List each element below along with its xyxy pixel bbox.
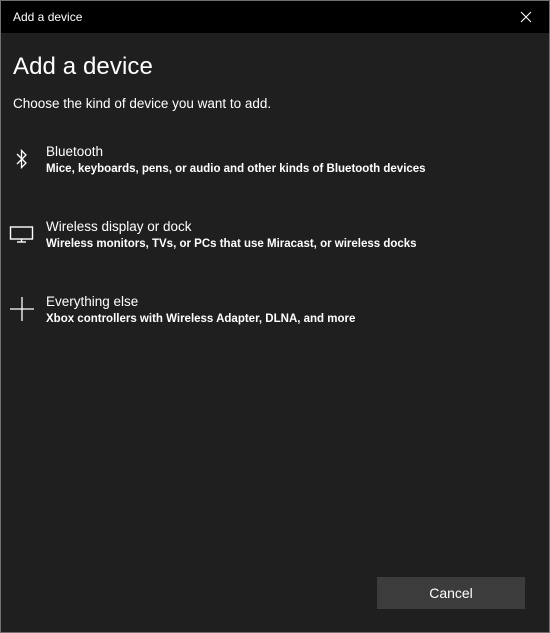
option-wireless-display[interactable]: Wireless display or dock Wireless monito… — [1, 219, 549, 279]
option-bluetooth[interactable]: Bluetooth Mice, keyboards, pens, or audi… — [1, 144, 549, 204]
option-description: Wireless monitors, TVs, or PCs that use … — [46, 238, 417, 250]
bluetooth-icon — [9, 144, 35, 174]
option-title: Everything else — [46, 294, 139, 309]
monitor-icon — [9, 219, 35, 249]
close-icon — [520, 11, 532, 23]
instruction-text: Choose the kind of device you want to ad… — [13, 96, 272, 111]
option-description: Mice, keyboards, pens, or audio and othe… — [46, 163, 426, 175]
option-description: Xbox controllers with Wireless Adapter, … — [46, 313, 356, 325]
window-title: Add a device — [13, 10, 83, 24]
close-button[interactable] — [503, 1, 549, 33]
dialog-content: Add a device Choose the kind of device y… — [1, 33, 549, 632]
option-title: Bluetooth — [46, 144, 104, 159]
plus-icon — [9, 294, 35, 324]
option-everything-else[interactable]: Everything else Xbox controllers with Wi… — [1, 294, 549, 354]
add-device-window: Add a device Add a device Choose the kin… — [0, 0, 550, 633]
cancel-button[interactable]: Cancel — [377, 577, 525, 609]
option-title: Wireless display or dock — [46, 219, 192, 234]
title-bar: Add a device — [1, 1, 549, 33]
page-title: Add a device — [13, 53, 153, 80]
